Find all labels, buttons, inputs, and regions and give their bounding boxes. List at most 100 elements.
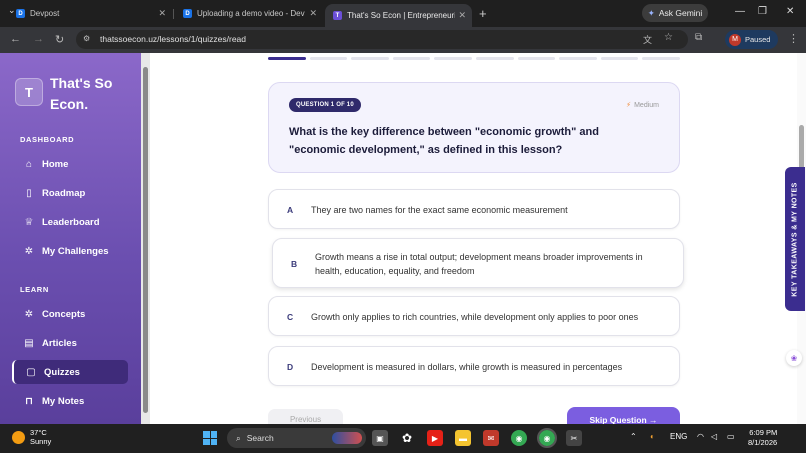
browser-tab-devpost[interactable]: D Devpost ✕ [8, 4, 172, 23]
home-icon: ⌂ [25, 158, 33, 170]
option-a[interactable]: A They are two names for the exact same … [268, 189, 680, 229]
mail-icon[interactable]: ✉ [483, 430, 499, 446]
sidebar-item-roadmap[interactable]: ▯ Roadmap [12, 181, 128, 205]
map-icon: ▯ [26, 187, 32, 199]
sidebar-item-label: Home [42, 158, 69, 170]
close-tab-icon[interactable]: ✕ [158, 8, 166, 19]
tray-expand-icon[interactable]: ⌃ [630, 432, 637, 441]
profile-button[interactable]: M Paused [725, 30, 778, 49]
close-tab-icon[interactable]: ✕ [458, 10, 466, 21]
difficulty-text: Medium [634, 102, 659, 109]
close-tab-icon[interactable]: ✕ [309, 8, 317, 19]
sidebar-scrollbar[interactable] [141, 53, 150, 424]
extensions-icon[interactable]: ⧉ [695, 32, 702, 43]
weather-text: Sunny [30, 437, 52, 446]
sidebar: T That's So Econ. DASHBOARD ⌂ Home ▯ Roa… [0, 53, 141, 424]
section-dashboard: DASHBOARD [20, 135, 75, 144]
search-highlight-icon [332, 432, 362, 444]
snipping-tool-icon[interactable]: ✂ [566, 430, 582, 446]
gemini-icon: ✦ [647, 7, 655, 18]
task-view-icon[interactable]: ▣ [372, 430, 388, 446]
progress-segment [268, 57, 306, 60]
progress-segment [517, 57, 556, 60]
chrome-profile-icon[interactable]: ◉ [537, 428, 557, 448]
sidebar-item-label: My Notes [42, 395, 85, 407]
taskbar-search[interactable]: ⌕ Search [227, 428, 366, 448]
url-text[interactable]: thatssoecon.uz/lessons/1/quizzes/read [100, 34, 246, 44]
windows-start-icon[interactable] [203, 431, 217, 445]
tab-search-icon[interactable]: ⌄ [8, 5, 16, 16]
sidebar-item-label: Articles [42, 337, 77, 349]
tab-title: That's So Econ | Entrepreneuria [347, 11, 455, 20]
article-icon: ▤ [24, 337, 34, 349]
progress-segment [642, 57, 680, 60]
new-tab-button[interactable]: + [479, 6, 487, 21]
option-letter: B [291, 259, 298, 269]
sidebar-item-label: Roadmap [42, 187, 86, 199]
option-letter: A [287, 205, 294, 215]
progress-segment [600, 57, 639, 60]
forward-icon[interactable]: → [33, 33, 44, 45]
sidebar-item-concepts[interactable]: ✲ Concepts [12, 302, 128, 326]
bolt-icon: ⚡ [626, 102, 632, 109]
maximize-icon[interactable]: ❐ [758, 6, 767, 17]
browser-tab-econ[interactable]: T That's So Econ | Entrepreneuria ✕ [325, 4, 472, 27]
volume-icon[interactable]: ◁ [711, 432, 717, 441]
profile-status: Paused [745, 35, 771, 44]
tab-title: Devpost [30, 9, 60, 18]
progress-segment [309, 57, 348, 60]
ask-gemini-button[interactable]: ✦ Ask Gemini [642, 4, 708, 22]
previous-button[interactable]: Previous [268, 409, 343, 424]
question-text: What is the key difference between "econ… [289, 126, 599, 156]
tab-title: Uploading a demo video - Devp [197, 9, 305, 18]
option-b[interactable]: B Growth means a rise in total output; d… [272, 238, 684, 288]
clock[interactable]: 6:09 PM 8/1/2026 [748, 428, 777, 448]
sidebar-item-leaderboard[interactable]: ♕ Leaderboard [12, 210, 128, 234]
devpost-favicon-icon: D [183, 9, 192, 18]
translate-icon[interactable]: 文 [643, 33, 652, 46]
assistant-float-icon[interactable]: ❀ [786, 350, 802, 366]
bookmark-star-icon[interactable]: ☆ [664, 32, 673, 43]
option-text: Growth only applies to rich countries, w… [311, 312, 639, 322]
tray-app-icon[interactable]: ◐ [650, 432, 655, 441]
chrome-icon[interactable]: ◉ [511, 430, 527, 446]
chatgpt-icon[interactable]: ✿ [399, 430, 415, 446]
progress-segment [559, 57, 597, 60]
reload-icon[interactable]: ↻ [55, 33, 64, 46]
key-takeaways-tab[interactable]: KEY TAKEAWAYS & MY NOTES [785, 167, 805, 311]
option-letter: C [287, 312, 294, 322]
time-text: 6:09 PM [749, 428, 778, 437]
wifi-icon[interactable]: ◠ [697, 432, 704, 441]
key-takeaways-label: KEY TAKEAWAYS & MY NOTES [791, 181, 799, 297]
question-badge: QUESTION 1 OF 10 [289, 98, 361, 112]
bookmark-icon: ⊓ [25, 395, 33, 407]
back-icon[interactable]: ← [10, 33, 21, 45]
quiz-icon: ▢ [26, 366, 36, 378]
battery-icon[interactable]: ▭ [727, 432, 735, 441]
avatar: M [729, 33, 741, 46]
window-close-icon[interactable]: ✕ [786, 6, 794, 17]
option-text: Growth means a rise in total output; dev… [315, 252, 643, 276]
browser-menu-icon[interactable]: ⋮ [788, 32, 799, 45]
sidebar-item-home[interactable]: ⌂ Home [12, 152, 128, 176]
skip-question-button[interactable]: Skip Question → [567, 407, 680, 424]
option-d[interactable]: D Development is measured in dollars, wh… [268, 346, 680, 386]
bulb-icon: ✲ [24, 308, 34, 320]
logo[interactable]: T [15, 78, 43, 106]
file-explorer-icon[interactable]: ▬ [455, 430, 471, 446]
language-indicator[interactable]: ENG [670, 432, 687, 441]
browser-tab-uploading[interactable]: D Uploading a demo video - Devp ✕ [175, 4, 323, 23]
youtube-icon[interactable]: ▶ [427, 430, 443, 446]
search-placeholder: Search [246, 433, 274, 443]
site-info-icon[interactable]: ⚙ [83, 34, 90, 43]
sidebar-item-my-challenges[interactable]: ✲ My Challenges [12, 239, 128, 263]
sidebar-item-articles[interactable]: ▤ Articles [12, 331, 128, 355]
sidebar-item-my-notes[interactable]: ⊓ My Notes [12, 389, 128, 413]
sidebar-item-quizzes[interactable]: ▢ Quizzes [12, 360, 128, 384]
minimize-icon[interactable]: — [735, 6, 745, 17]
option-letter: D [287, 362, 294, 372]
temperature: 37°C [30, 428, 47, 437]
sidebar-item-label: My Challenges [42, 245, 109, 257]
option-c[interactable]: C Growth only applies to rich countries,… [268, 296, 680, 336]
weather-widget[interactable]: 37°C Sunny [12, 428, 51, 446]
